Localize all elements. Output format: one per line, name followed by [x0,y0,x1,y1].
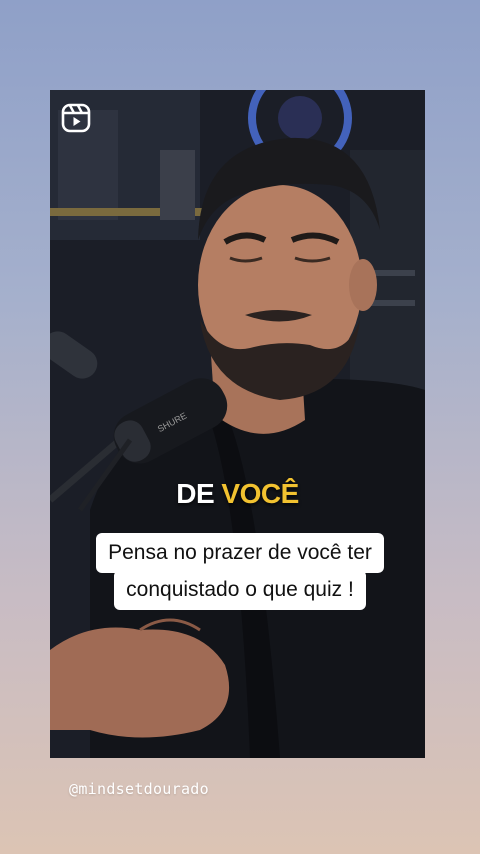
subtitle-line-1: Pensa no prazer de você ter [96,533,384,573]
subtitle-box: Pensa no prazer de você ter conquistado … [0,533,480,610]
story-screen: { "video": { "caption_word_1": "DE", "ca… [0,0,480,854]
reel-video[interactable]: SHURE DE VOCÊ [50,90,425,758]
mention-sticker[interactable]: @mindsetdourado [69,780,209,798]
subtitle-line-2: conquistado o que quiz ! [114,570,366,610]
caption-word-1: DE [176,478,215,509]
video-frame: SHURE [50,90,425,758]
reels-icon[interactable] [61,103,91,133]
video-caption: DE VOCÊ [50,478,425,510]
caption-word-2-highlight: VOCÊ [221,478,299,509]
